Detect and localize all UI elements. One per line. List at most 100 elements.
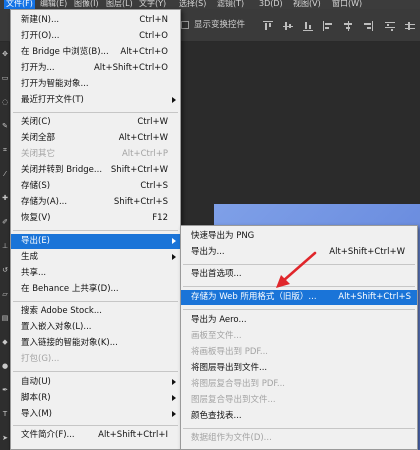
menu-filter[interactable]: 滤镜(T) — [215, 0, 246, 9]
menu-item-label: 在 Behance 上共享(D)... — [21, 284, 119, 294]
align-horizontal-centers-icon[interactable] — [343, 21, 353, 31]
distribute-vertical-centers-icon[interactable] — [405, 21, 415, 31]
align-top-edges-icon[interactable] — [263, 21, 273, 31]
file-menu: 新建(N)... Ctrl+N 打开(O)... Ctrl+O 在 Bridge 中… — [10, 9, 181, 450]
menu-item-open[interactable]: 打开(O)... Ctrl+O — [11, 29, 180, 44]
distribute-top-icon[interactable] — [385, 21, 395, 31]
menu-item-shortcut: Shift+Ctrl+W — [110, 165, 168, 175]
menu-separator — [13, 230, 178, 231]
menu-separator — [183, 309, 415, 310]
submenu-item-save-for-web[interactable]: 存储为 Web 所用格式（旧版）... Alt+Shift+Ctrl+S — [181, 290, 417, 305]
align-right-edges-icon[interactable] — [363, 21, 373, 31]
blur-tool-icon[interactable]: ◆ — [1, 338, 9, 346]
menu-item-close-and-go-to-bridge[interactable]: 关闭并转到 Bridge... Shift+Ctrl+W — [11, 163, 180, 178]
menu-layer[interactable]: 图层(L) — [104, 0, 135, 9]
menu-item-label: 关闭(C) — [21, 117, 51, 127]
menu-item-close[interactable]: 关闭(C) Ctrl+W — [11, 115, 180, 130]
menu-item-import[interactable]: 导入(M) — [11, 407, 180, 422]
gradient-tool-icon[interactable]: ▤ — [1, 314, 9, 322]
history-brush-tool-icon[interactable]: ↺ — [1, 266, 9, 274]
menu-item-label: 置入链接的智能对象(K)... — [21, 338, 118, 348]
submenu-item-layer-comps-to-pdf: 将图层复合导出到 PDF... — [181, 377, 417, 392]
menu-item-search-adobe-stock[interactable]: 搜索 Adobe Stock... — [11, 304, 180, 319]
submenu-item-export-preferences[interactable]: 导出首选项... — [181, 267, 417, 282]
tools-panel: ✥ ▭ ◌ ✎ ⌗ ⁄ ✚ ✐ ⊥ ↺ ▱ ▤ ◆ ● ✒ T ➤ — [0, 42, 10, 450]
crop-tool-icon[interactable]: ⌗ — [1, 146, 9, 154]
submenu-arrow-icon — [172, 411, 176, 417]
menu-item-label: 打开(O)... — [21, 31, 60, 41]
menu-item-label: 脚本(R) — [21, 393, 51, 403]
menu-item-save-as[interactable]: 存储为(A)... Shift+Ctrl+S — [11, 195, 180, 210]
menu-separator — [13, 112, 178, 113]
menu-file[interactable]: 文件(F) — [4, 0, 35, 9]
submenu-item-export-to-aero[interactable]: 导出为 Aero... — [181, 313, 417, 328]
type-tool-icon[interactable]: T — [1, 410, 9, 418]
eraser-tool-icon[interactable]: ▱ — [1, 290, 9, 298]
submenu-arrow-icon — [172, 238, 176, 244]
menu-item-export[interactable]: 导出(E) — [11, 234, 180, 249]
menu-separator — [183, 264, 415, 265]
path-select-tool-icon[interactable]: ➤ — [1, 434, 9, 442]
menu-item-shortcut: Ctrl+W — [137, 117, 168, 127]
menu-item-shortcut: Alt+Shift+Ctrl+O — [93, 63, 168, 73]
menu-view[interactable]: 视图(V) — [291, 0, 323, 9]
menu-item-browse-in-bridge[interactable]: 在 Bridge 中浏览(B)... Alt+Ctrl+O — [11, 45, 180, 60]
menu-item-label: 最近打开文件(T) — [21, 95, 84, 105]
submenu-arrow-icon — [172, 254, 176, 260]
menu-item-scripts[interactable]: 脚本(R) — [11, 391, 180, 406]
align-vertical-centers-icon[interactable] — [283, 21, 293, 31]
brush-tool-icon[interactable]: ✐ — [1, 218, 9, 226]
align-left-edges-icon[interactable] — [323, 21, 333, 31]
clone-stamp-tool-icon[interactable]: ⊥ — [1, 242, 9, 250]
menu-item-share-on-behance[interactable]: 在 Behance 上共享(D)... — [11, 282, 180, 297]
menu-item-automate[interactable]: 自动(U) — [11, 375, 180, 390]
menu-item-share[interactable]: 共享... — [11, 266, 180, 281]
menu-item-generate[interactable]: 生成 — [11, 250, 180, 265]
pen-tool-icon[interactable]: ✒ — [1, 386, 9, 394]
submenu-item-quick-export-png[interactable]: 快速导出为 PNG — [181, 229, 417, 244]
menu-item-save[interactable]: 存储(S) Ctrl+S — [11, 179, 180, 194]
menu-item-label: 将图层复合导出到 PDF... — [191, 379, 286, 389]
eyedropper-tool-icon[interactable]: ⁄ — [1, 170, 9, 178]
menu-3d[interactable]: 3D(D) — [257, 0, 285, 9]
menu-item-open-as-smart-object[interactable]: 打开为智能对象... — [11, 77, 180, 92]
align-bottom-edges-icon[interactable] — [303, 21, 313, 31]
menu-item-file-info[interactable]: 文件简介(F)... Alt+Shift+Ctrl+I — [11, 428, 180, 443]
menu-item-label: 搜索 Adobe Stock... — [21, 306, 102, 316]
menu-item-package: 打包(G)... — [11, 352, 180, 367]
menu-item-open-as[interactable]: 打开为... Alt+Shift+Ctrl+O — [11, 61, 180, 76]
show-transform-controls-checkbox[interactable] — [181, 21, 189, 29]
menu-item-shortcut: Alt+Shift+Ctrl+W — [329, 247, 405, 257]
menu-item-label: 恢复(V) — [21, 213, 51, 223]
menu-item-place-embedded[interactable]: 置入嵌入对象(L)... — [11, 320, 180, 335]
menu-item-place-linked[interactable]: 置入链接的智能对象(K)... — [11, 336, 180, 351]
menu-item-new[interactable]: 新建(N)... Ctrl+N — [11, 13, 180, 28]
menu-item-label: 存储(S) — [21, 181, 51, 191]
menu-item-revert[interactable]: 恢复(V) F12 — [11, 211, 180, 226]
menu-item-label: 文件简介(F)... — [21, 430, 75, 440]
menu-item-label: 存储为 Web 所用格式（旧版）... — [191, 292, 317, 302]
menu-item-label: 将图层导出到文件... — [191, 363, 268, 373]
menu-image[interactable]: 图像(I) — [72, 0, 101, 9]
quick-select-tool-icon[interactable]: ✎ — [1, 122, 9, 130]
submenu-arrow-icon — [172, 97, 176, 103]
submenu-item-layers-to-files[interactable]: 将图层导出到文件... — [181, 361, 417, 376]
lasso-tool-icon[interactable]: ◌ — [1, 98, 9, 106]
dodge-tool-icon[interactable]: ● — [1, 362, 9, 370]
menu-edit[interactable]: 编辑(E) — [38, 0, 69, 9]
menu-item-close-all[interactable]: 关闭全部 Alt+Ctrl+W — [11, 131, 180, 146]
menu-item-label: 画板至文件... — [191, 331, 242, 341]
healing-brush-tool-icon[interactable]: ✚ — [1, 194, 9, 202]
menu-select[interactable]: 选择(S) — [177, 0, 208, 9]
menu-item-label: 打包(G)... — [21, 354, 60, 364]
submenu-item-export-as[interactable]: 导出为... Alt+Shift+Ctrl+W — [181, 245, 417, 260]
marquee-tool-icon[interactable]: ▭ — [1, 74, 9, 82]
menu-item-shortcut: Ctrl+S — [140, 181, 168, 191]
menu-type[interactable]: 文字(Y) — [137, 0, 168, 9]
menu-separator — [13, 301, 178, 302]
menu-item-label: 自动(U) — [21, 377, 51, 387]
submenu-item-color-lookup-tables[interactable]: 颜色查找表... — [181, 409, 417, 424]
menu-window[interactable]: 窗口(W) — [330, 0, 364, 9]
move-tool-icon[interactable]: ✥ — [1, 50, 9, 58]
menu-item-open-recent[interactable]: 最近打开文件(T) — [11, 93, 180, 108]
